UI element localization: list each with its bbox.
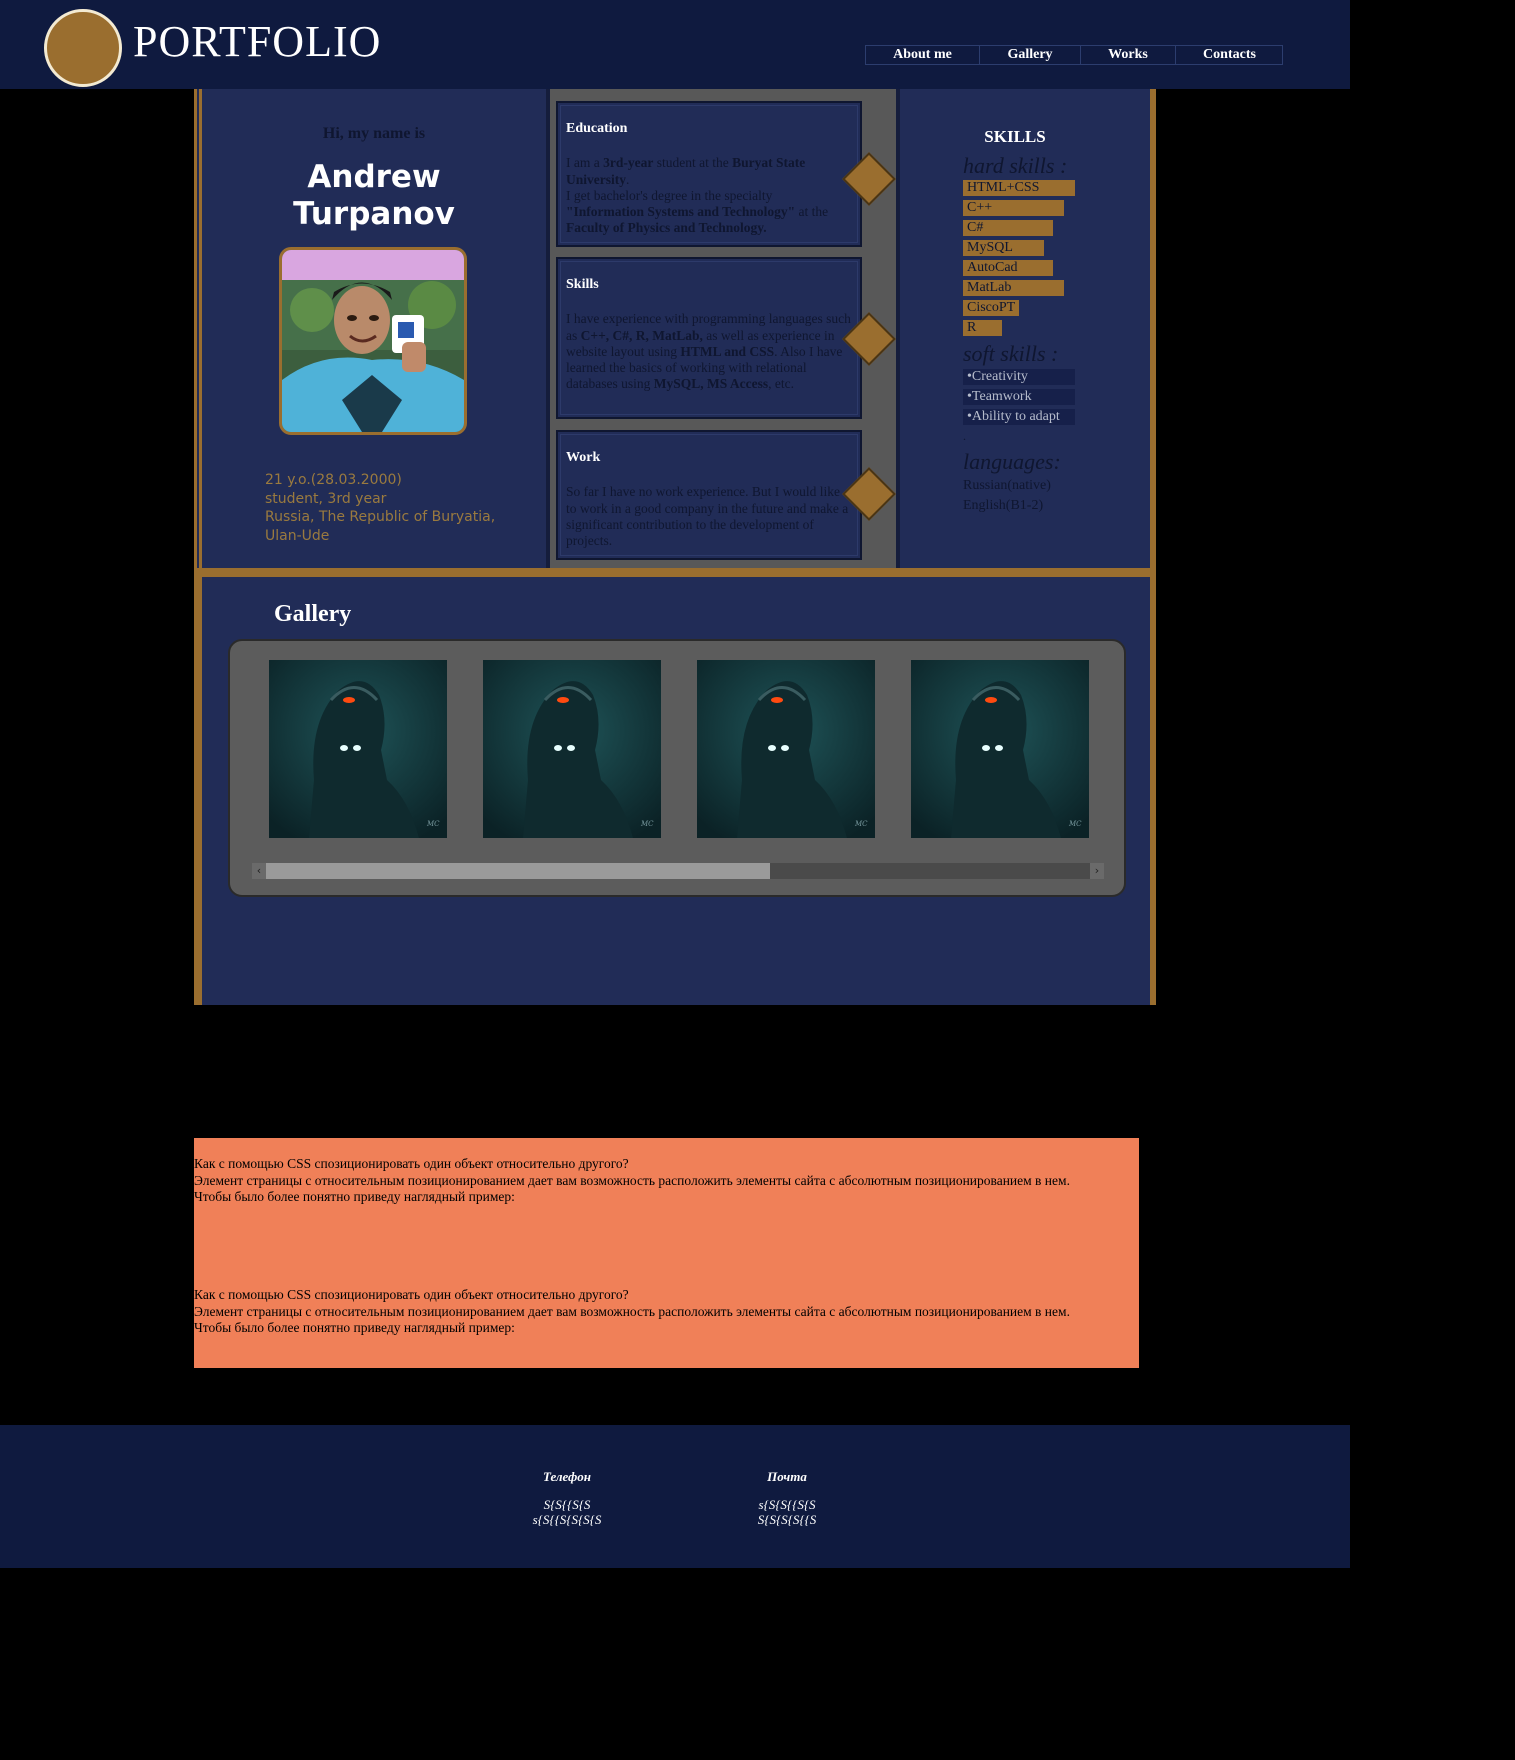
article-question: Как с помощью CSS спозиционировать один … — [194, 1287, 629, 1302]
languages-title: languages: — [963, 449, 1061, 474]
gallery-image[interactable]: MC — [269, 660, 447, 838]
phone-line[interactable]: s{S{{S{S{S{S — [517, 1512, 617, 1527]
soft-skills-list: •Creativity •Teamwork •Ability to adapt — [963, 369, 1075, 429]
footer-mail: Почта s{S{S{{S{S S{S{S{S{{S — [737, 1469, 837, 1527]
work-card: Work So far I have no work experience. B… — [556, 430, 862, 560]
hard-skill-label: MatLab — [967, 280, 1012, 295]
hard-skill-label: R — [967, 320, 977, 335]
language-item: English(B1-2) — [963, 498, 1044, 513]
logo-icon[interactable] — [44, 9, 122, 87]
article-answer: Элемент страницы с относительным позицио… — [194, 1172, 1070, 1188]
site-header: PORTFOLIO About me Gallery Works Contact… — [0, 0, 1350, 89]
hard-skill-bar: HTML+CSS — [963, 180, 1075, 196]
info-age: 21 y.o.(28.03.2000) — [265, 472, 402, 488]
skills-title: SKILLS — [984, 127, 1046, 146]
about-section: Hi, my name is Andrew Turpanov 21 y.o.(2… — [194, 89, 1156, 573]
gallery-image[interactable]: MC — [483, 660, 661, 838]
cards-column: Education I am a 3rd-year student at the… — [546, 89, 900, 568]
info-city: Ulan-Ude — [265, 527, 330, 544]
language-item: Russian(native) — [963, 478, 1051, 493]
watermark-text: MC — [640, 820, 654, 828]
work-title: Work — [566, 450, 601, 465]
education-title: Education — [566, 121, 628, 136]
statue-image: MC — [911, 660, 1089, 838]
last-name: Turpanov — [293, 196, 455, 232]
info-student: student, 3rd year — [265, 490, 387, 507]
hard-skill-bar: C# — [963, 220, 1053, 236]
hard-skills-list: HTML+CSS C++ C# MySQL AutoCad MatLab Cis… — [963, 180, 1075, 340]
gallery-scrollbar[interactable]: ‹ › — [252, 863, 1104, 879]
nav-gallery[interactable]: Gallery — [980, 46, 1081, 64]
soft-skills-title: soft skills : — [963, 341, 1059, 366]
hard-skill-bar: AutoCad — [963, 260, 1053, 276]
statue-image: MC — [269, 660, 447, 838]
nav-works[interactable]: Works — [1081, 46, 1176, 64]
statue-image: MC — [697, 660, 875, 838]
statue-image: MC — [483, 660, 661, 838]
mail-title: Почта — [767, 1469, 807, 1484]
languages-list: Russian(native) English(B1-2) — [963, 476, 1051, 516]
hard-skill-label: CiscoPT — [967, 300, 1016, 315]
hard-skill-bar: R — [963, 320, 1002, 336]
profile-name: Andrew Turpanov — [202, 159, 546, 233]
education-text: I am a 3rd-year student at the Buryat St… — [566, 155, 829, 236]
article-block: Как с помощью CSS спозиционировать один … — [194, 1138, 1139, 1368]
hard-skill-bar: MatLab — [963, 280, 1064, 296]
site-title: PORTFOLIO — [133, 17, 382, 66]
soft-skill-item: •Teamwork — [963, 389, 1075, 405]
footer-phone: Телефон S{S{{S{S s{S{{S{S{S{S — [517, 1469, 617, 1527]
skills-column: SKILLS hard skills : HTML+CSS C++ C# MyS… — [900, 89, 1150, 568]
gallery-section: Gallery MC MC MC MC ‹ › — [194, 573, 1156, 1005]
hard-skills-title: hard skills : — [963, 153, 1068, 178]
site-footer: Телефон S{S{{S{S s{S{{S{S{S{S Почта s{S{… — [0, 1425, 1350, 1568]
mail-line[interactable]: s{S{S{{S{S — [737, 1497, 837, 1512]
hard-skill-label: C# — [967, 220, 984, 235]
soft-skill-item: •Ability to adapt — [963, 409, 1075, 425]
watermark-text: MC — [1068, 820, 1082, 828]
article-answer: Элемент страницы с относительным позицио… — [194, 1303, 1070, 1319]
gallery-image[interactable]: MC — [911, 660, 1089, 838]
article-paragraph: Как с помощью CSS спозиционировать один … — [194, 1156, 1070, 1206]
scrollbar-thumb[interactable] — [266, 863, 770, 879]
work-text: So far I have no work experience. But I … — [566, 484, 849, 549]
info-region: Russia, The Republic of Buryatia, — [265, 509, 496, 525]
watermark-text: MC — [854, 820, 868, 828]
scroll-right-icon[interactable]: › — [1090, 863, 1104, 879]
phone-line[interactable]: S{S{{S{S — [517, 1497, 617, 1512]
profile-photo — [279, 247, 467, 435]
profile-column: Hi, my name is Andrew Turpanov 21 y.o.(2… — [202, 89, 546, 568]
mail-line[interactable]: S{S{S{S{{S — [737, 1512, 837, 1527]
gallery-carousel: MC MC MC MC ‹ › — [228, 639, 1126, 897]
hard-skill-bar: C++ — [963, 200, 1064, 216]
nav-about-me[interactable]: About me — [866, 46, 980, 64]
hard-skill-label: HTML+CSS — [967, 180, 1040, 195]
scroll-left-icon[interactable]: ‹ — [252, 863, 266, 879]
skills-card-title: Skills — [566, 277, 599, 292]
gallery-image[interactable]: MC — [697, 660, 875, 838]
watermark-text: MC — [426, 820, 440, 828]
education-card: Education I am a 3rd-year student at the… — [556, 101, 862, 247]
hard-skill-bar: CiscoPT — [963, 300, 1019, 316]
gallery-title: Gallery — [274, 601, 352, 627]
article-example: Чтобы было более понятно приведу наглядн… — [194, 1320, 515, 1335]
nav-contacts[interactable]: Contacts — [1176, 46, 1283, 64]
phone-title: Телефон — [542, 1469, 592, 1484]
first-name: Andrew — [307, 159, 441, 195]
skills-card-text: I have experience with programming langu… — [566, 311, 851, 392]
article-paragraph: Как с помощью CSS спозиционировать один … — [194, 1287, 1070, 1337]
article-question: Как с помощью CSS спозиционировать один … — [194, 1156, 629, 1171]
article-example: Чтобы было более понятно приведу наглядн… — [194, 1189, 515, 1204]
greeting: Hi, my name is — [322, 125, 426, 142]
profile-info: 21 y.o.(28.03.2000) student, 3rd year Ru… — [265, 471, 495, 545]
skills-card: Skills I have experience with programmin… — [556, 257, 862, 419]
soft-skill-item: •Creativity — [963, 369, 1075, 385]
profile-photo-image — [282, 250, 464, 432]
separator-dot: . — [963, 429, 966, 443]
hard-skill-bar: MySQL — [963, 240, 1044, 256]
hard-skill-label: AutoCad — [967, 260, 1018, 275]
hard-skill-label: C++ — [967, 200, 993, 215]
hard-skill-label: MySQL — [967, 240, 1013, 255]
main-nav: About me Gallery Works Contacts — [865, 45, 1283, 65]
